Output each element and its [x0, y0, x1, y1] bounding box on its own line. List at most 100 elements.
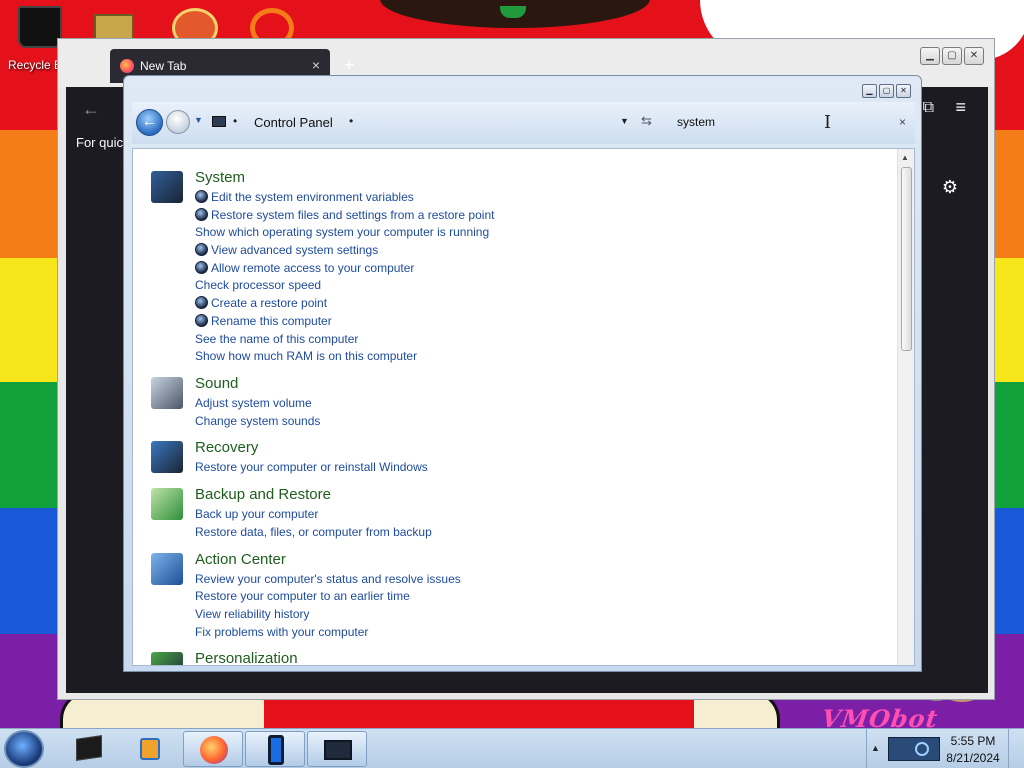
- address-bar: ← ▼ • Control Panel • ▼ ⇆ system I ×: [132, 102, 915, 144]
- section-links: Adjust system volume Change system sounds: [195, 395, 320, 430]
- breadcrumb-control-panel[interactable]: Control Panel: [254, 115, 333, 130]
- address-dropdown-icon[interactable]: ▼: [620, 116, 629, 126]
- task-link[interactable]: Review your computer's status and resolv…: [195, 571, 461, 589]
- taskbar-explorer[interactable]: [58, 731, 118, 767]
- show-desktop-button[interactable]: [1008, 729, 1024, 768]
- extensions-icon[interactable]: ⧉: [923, 99, 934, 117]
- section-links: Edit the system environment variables Res…: [195, 189, 494, 366]
- task-link[interactable]: Show which operating system your compute…: [195, 224, 494, 242]
- back-arrow-icon[interactable]: ←: [82, 99, 100, 120]
- recent-pages-dropdown-icon[interactable]: ▼: [194, 115, 203, 125]
- cp-maximize-button[interactable]: ▢: [879, 84, 894, 98]
- taskbar-phone-app[interactable]: [245, 731, 305, 767]
- task-link[interactable]: Change system sounds: [195, 413, 320, 431]
- start-button[interactable]: [4, 730, 44, 768]
- taskbar-media-player[interactable]: [120, 731, 180, 767]
- task-link[interactable]: See the name of this computer: [195, 331, 494, 349]
- task-link[interactable]: Restore data, files, or computer from ba…: [195, 524, 432, 542]
- section-title[interactable]: Personalization: [195, 650, 298, 665]
- refresh-icon[interactable]: ⇆: [641, 113, 652, 129]
- taskbar-firefox[interactable]: [183, 731, 243, 767]
- task-link-label[interactable]: Rename this computer: [211, 314, 332, 328]
- task-link-label[interactable]: Restore your computer to an earlier time: [195, 589, 410, 603]
- task-link-label[interactable]: Change system sounds: [195, 414, 320, 428]
- section-title[interactable]: Action Center: [195, 551, 286, 568]
- breadcrumb-separator-icon[interactable]: •: [349, 114, 353, 128]
- recycle-bin-icon[interactable]: [18, 6, 62, 48]
- task-link[interactable]: Allow remote access to your computer: [195, 260, 494, 278]
- quick-text: For quick: [76, 135, 130, 150]
- clock-date[interactable]: 8/21/2024: [944, 751, 1002, 765]
- task-link-label[interactable]: Show how much RAM is on this computer: [195, 349, 417, 363]
- task-link[interactable]: Rename this computer: [195, 313, 494, 331]
- breadcrumb-separator-icon[interactable]: •: [233, 114, 237, 128]
- scroll-up-icon[interactable]: ▲: [901, 153, 909, 162]
- minimize-button[interactable]: ▁: [920, 47, 940, 65]
- task-link[interactable]: Adjust system volume: [195, 395, 320, 413]
- back-button[interactable]: ←: [136, 109, 163, 136]
- task-link-label[interactable]: Adjust system volume: [195, 396, 312, 410]
- uac-shield-icon: [195, 296, 208, 310]
- recycle-bin-label[interactable]: Recycle B: [8, 58, 62, 72]
- new-tab-icon[interactable]: +: [344, 55, 355, 76]
- task-link[interactable]: Create a restore point: [195, 295, 494, 313]
- task-link[interactable]: Restore your computer to an earlier time: [195, 588, 461, 606]
- task-link[interactable]: Show how much RAM is on this computer: [195, 348, 494, 366]
- task-link-label[interactable]: Back up your computer: [195, 507, 318, 521]
- section-links: Back up your computer Restore data, files…: [195, 506, 432, 541]
- personalization-icon[interactable]: [151, 652, 183, 665]
- recovery-icon[interactable]: [151, 441, 183, 474]
- section-links: Restore your computer or reinstall Windo…: [195, 459, 428, 477]
- task-link-label[interactable]: Show which operating system your compute…: [195, 225, 489, 239]
- menu-icon[interactable]: ≡: [955, 97, 966, 118]
- task-link[interactable]: View reliability history: [195, 606, 461, 624]
- taskbar-control-panel[interactable]: [307, 731, 367, 767]
- task-link[interactable]: Restore system files and settings from a…: [195, 207, 494, 225]
- scroll-thumb[interactable]: [901, 167, 912, 351]
- gear-icon[interactable]: ⚙: [942, 177, 958, 198]
- maximize-button[interactable]: ▢: [942, 47, 962, 65]
- vertical-scrollbar[interactable]: ▲: [897, 149, 914, 665]
- action-center-flag-icon[interactable]: [151, 552, 183, 585]
- network-icon[interactable]: [888, 737, 940, 761]
- task-link[interactable]: View advanced system settings: [195, 242, 494, 260]
- task-link-label[interactable]: View reliability history: [195, 607, 310, 621]
- tab-close-icon[interactable]: ×: [312, 57, 320, 73]
- task-link-label[interactable]: Fix problems with your computer: [195, 625, 368, 639]
- search-input[interactable]: system I ×: [672, 110, 912, 134]
- task-link-label[interactable]: Restore data, files, or computer from ba…: [195, 525, 432, 539]
- task-link[interactable]: Fix problems with your computer: [195, 624, 461, 642]
- task-link-label[interactable]: View advanced system settings: [211, 243, 378, 257]
- backup-icon[interactable]: [151, 488, 183, 521]
- search-value[interactable]: system: [677, 115, 715, 129]
- task-link-label[interactable]: Review your computer's status and resolv…: [195, 572, 461, 586]
- section-title[interactable]: System: [195, 169, 245, 186]
- search-results: System Edit the system environment variab…: [132, 148, 915, 666]
- task-link-label[interactable]: Restore system files and settings from a…: [211, 208, 494, 222]
- section-title[interactable]: Sound: [195, 375, 238, 392]
- task-link-label[interactable]: Restore your computer or reinstall Windo…: [195, 460, 428, 474]
- close-button[interactable]: ✕: [964, 47, 984, 65]
- section-links: Review your computer's status and resolv…: [195, 571, 461, 642]
- section-title[interactable]: Recovery: [195, 439, 258, 456]
- task-link[interactable]: Edit the system environment variables: [195, 189, 494, 207]
- task-link-label[interactable]: Allow remote access to your computer: [211, 261, 414, 275]
- task-link-label[interactable]: Check processor speed: [195, 278, 321, 292]
- task-link[interactable]: Check processor speed: [195, 277, 494, 295]
- task-link-label[interactable]: See the name of this computer: [195, 332, 358, 346]
- forward-button[interactable]: [166, 110, 190, 134]
- section-title[interactable]: Backup and Restore: [195, 486, 331, 503]
- speaker-icon[interactable]: [151, 377, 183, 409]
- task-link-label[interactable]: Create a restore point: [211, 296, 327, 310]
- monitor-icon[interactable]: [151, 171, 183, 203]
- task-link[interactable]: Back up your computer: [195, 506, 432, 524]
- search-clear-icon[interactable]: ×: [899, 115, 906, 129]
- show-hidden-icons-icon[interactable]: ▲: [871, 743, 880, 753]
- cp-close-button[interactable]: ✕: [896, 84, 911, 98]
- control-panel-crumb-icon[interactable]: [212, 116, 226, 127]
- uac-shield-icon: [195, 207, 208, 221]
- task-link-label[interactable]: Edit the system environment variables: [211, 190, 414, 204]
- task-link[interactable]: Restore your computer or reinstall Windo…: [195, 459, 428, 477]
- clock-time[interactable]: 5:55 PM: [944, 734, 1002, 748]
- cp-minimize-button[interactable]: ▁: [862, 84, 877, 98]
